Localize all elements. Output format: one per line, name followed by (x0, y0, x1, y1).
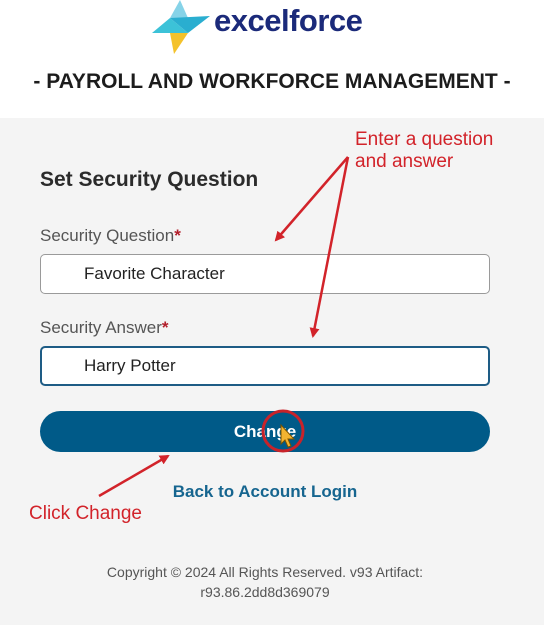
required-marker: * (174, 226, 181, 245)
form-title: Set Security Question (40, 168, 259, 191)
security-question-label-text: Security Question (40, 226, 175, 245)
security-answer-label-text: Security Answer (40, 318, 162, 337)
excelforce-logo-icon (152, 0, 210, 54)
enter-question-annotation: Enter a question and answer (355, 129, 493, 173)
page-tagline: - PAYROLL AND WORKFORCE MANAGEMENT - (33, 70, 511, 93)
security-answer-input[interactable] (40, 346, 490, 386)
back-to-login-link[interactable]: Back to Account Login (0, 482, 530, 502)
annotation-line: and answer (355, 151, 454, 172)
required-marker: * (161, 318, 169, 337)
copyright-text: Copyright © 2024 All Rights Reserved. v9… (106, 564, 424, 580)
change-button[interactable]: Change (40, 411, 490, 452)
build-version: r93.86.2dd8d369079 (200, 584, 330, 600)
security-question-label: Security Question* (40, 226, 181, 246)
click-change-annotation: Click Change (29, 503, 142, 524)
page-header: excelforce - PAYROLL AND WORKFORCE MANAG… (0, 0, 544, 118)
footer: Copyright © 2024 All Rights Reserved. v9… (40, 562, 490, 602)
security-answer-label: Security Answer* (40, 318, 169, 338)
brand-name: excelforce (214, 3, 363, 38)
security-question-input[interactable] (40, 254, 490, 294)
annotation-line: Enter a question (355, 129, 494, 150)
